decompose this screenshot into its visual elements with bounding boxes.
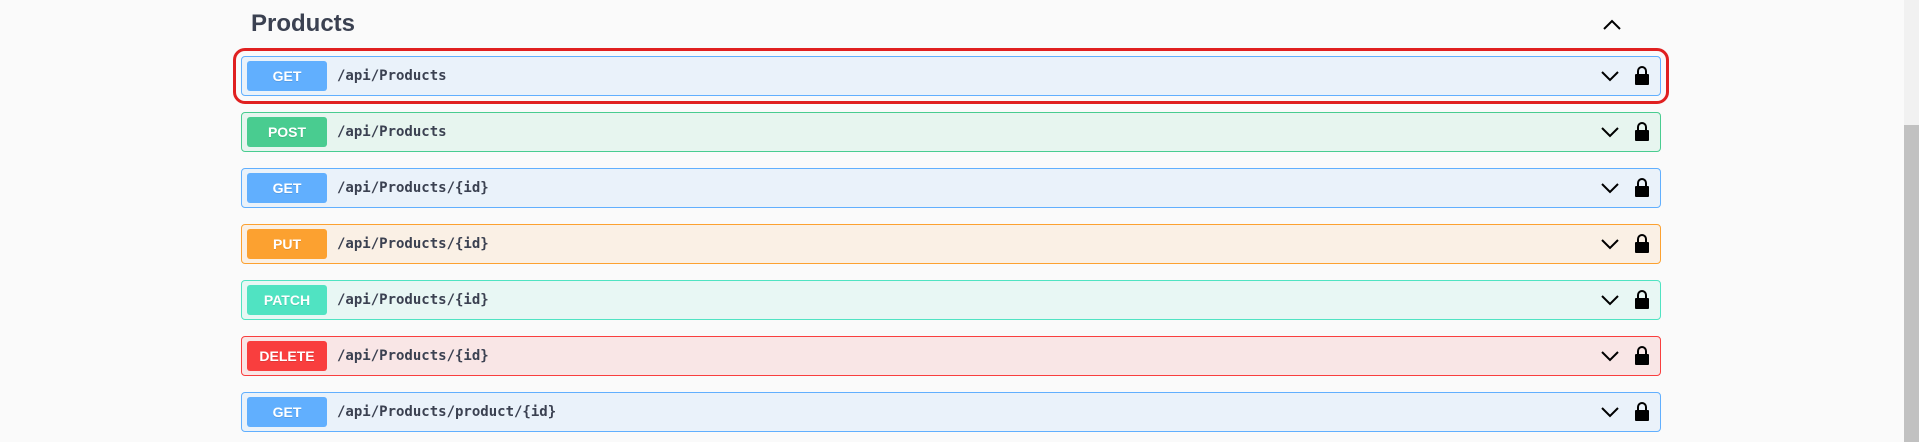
operation-path: /api/Products (337, 68, 447, 84)
chevron-down-icon[interactable] (1600, 406, 1620, 418)
method-badge: PATCH (247, 285, 327, 315)
scrollbar-thumb[interactable] (1904, 125, 1919, 442)
operations-list: GET /api/Products POST /api/Products GET… (233, 48, 1669, 442)
lock-icon[interactable] (1634, 290, 1650, 310)
chevron-down-icon[interactable] (1600, 126, 1620, 138)
chevron-down-icon[interactable] (1600, 182, 1620, 194)
method-badge: GET (247, 173, 327, 203)
operation-put-product[interactable]: PUT /api/Products/{id} (241, 224, 1661, 264)
operation-controls (1600, 281, 1650, 319)
lock-icon[interactable] (1634, 402, 1650, 422)
chevron-down-icon[interactable] (1600, 350, 1620, 362)
method-badge: POST (247, 117, 327, 147)
chevron-down-icon[interactable] (1600, 294, 1620, 306)
operation-controls (1600, 113, 1650, 151)
swagger-page: Products GET /api/Products POST /api/Pro… (0, 0, 1919, 442)
chevron-up-icon[interactable] (1599, 12, 1625, 38)
lock-icon[interactable] (1634, 346, 1650, 366)
lock-icon[interactable] (1634, 66, 1650, 86)
operation-path: /api/Products/product/{id} (337, 404, 557, 420)
operation-patch-product[interactable]: PATCH /api/Products/{id} (241, 280, 1661, 320)
operation-path: /api/Products/{id} (337, 180, 489, 196)
chevron-down-icon[interactable] (1600, 238, 1620, 250)
method-badge: GET (247, 61, 327, 91)
operation-get-product-by-id[interactable]: GET /api/Products/{id} (241, 168, 1661, 208)
operation-controls (1600, 393, 1650, 431)
operation-controls (1600, 57, 1650, 95)
operation-path: /api/Products (337, 124, 447, 140)
operation-get-product-product-by-id[interactable]: GET /api/Products/product/{id} (241, 392, 1661, 432)
method-badge: DELETE (247, 341, 327, 371)
operation-controls (1600, 225, 1650, 263)
lock-icon[interactable] (1634, 178, 1650, 198)
method-badge: GET (247, 397, 327, 427)
section-title: Products (251, 10, 356, 37)
products-section: Products GET /api/Products POST /api/Pro… (233, 0, 1669, 432)
operation-path: /api/Products/{id} (337, 348, 489, 364)
section-header[interactable]: Products (237, 0, 1665, 52)
operation-controls (1600, 169, 1650, 207)
lock-icon[interactable] (1634, 122, 1650, 142)
method-badge: PUT (247, 229, 327, 259)
operation-delete-product[interactable]: DELETE /api/Products/{id} (241, 336, 1661, 376)
operation-path: /api/Products/{id} (337, 292, 489, 308)
operation-controls (1600, 337, 1650, 375)
operation-post-products[interactable]: POST /api/Products (241, 112, 1661, 152)
chevron-down-icon[interactable] (1600, 70, 1620, 82)
vertical-scrollbar[interactable] (1904, 0, 1919, 442)
lock-icon[interactable] (1634, 234, 1650, 254)
operation-path: /api/Products/{id} (337, 236, 489, 252)
operation-get-products[interactable]: GET /api/Products (233, 48, 1669, 104)
